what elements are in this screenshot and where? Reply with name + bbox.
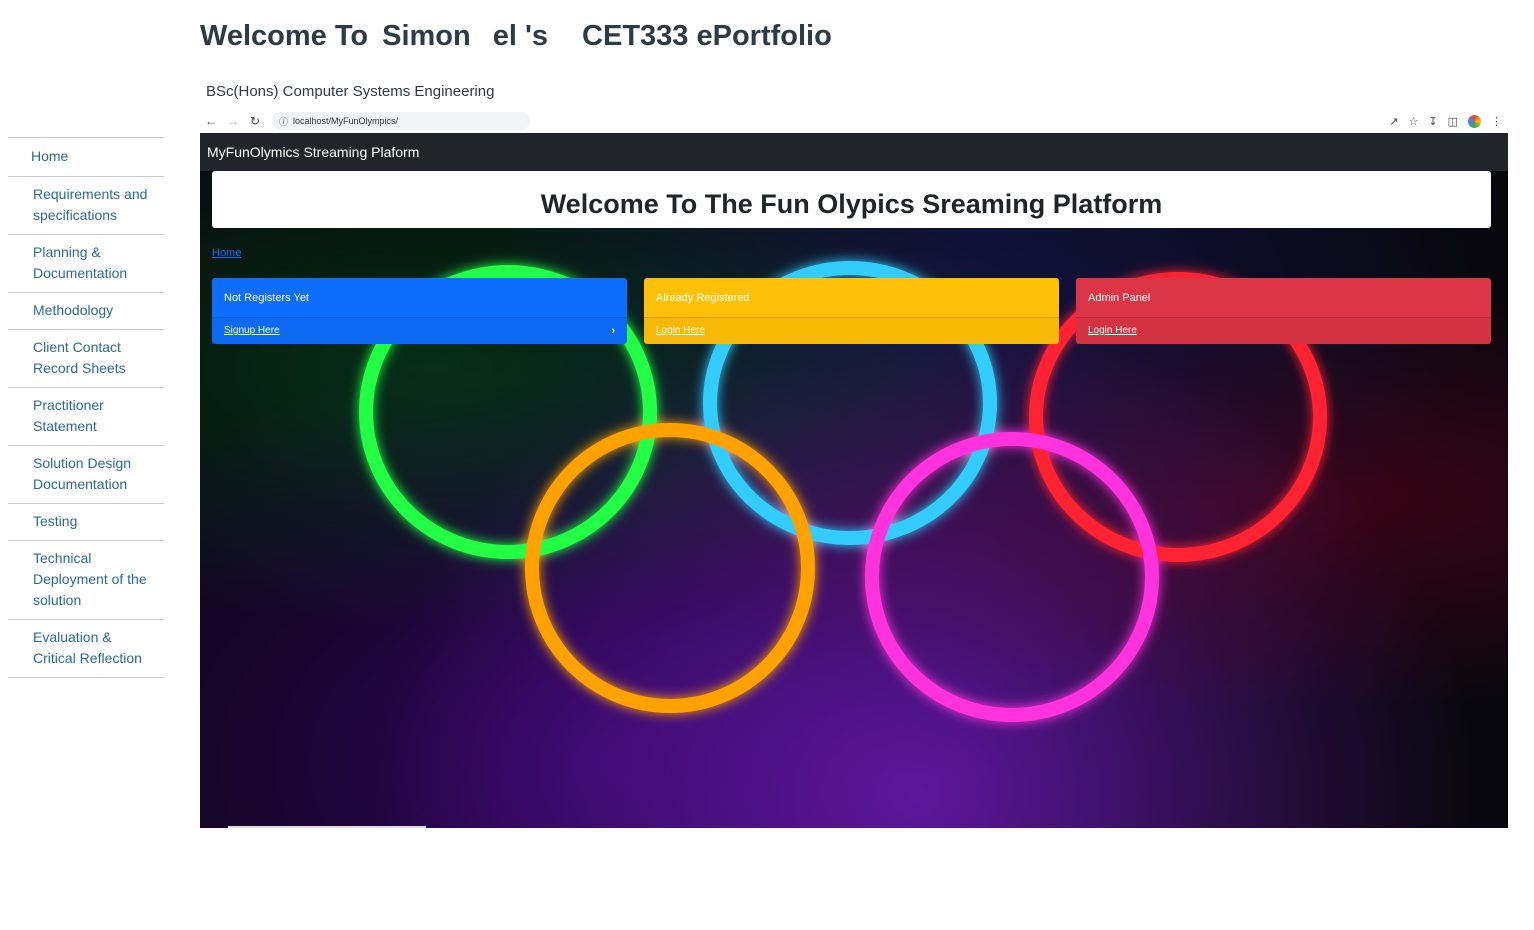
login-link[interactable]: Login Here: [656, 325, 705, 344]
signup-card: Not Registers Yet Signup Here ›: [212, 278, 627, 344]
sidebar-item-home[interactable]: Home: [8, 138, 164, 177]
share-icon[interactable]: ↗: [1389, 115, 1398, 128]
welcome-jumbotron: Welcome To The Fun Olypics Sreaming Plat…: [212, 171, 1491, 228]
card-title: Admin Panel: [1088, 292, 1151, 304]
sidebar-item-practitioner[interactable]: Practitioner Statement: [8, 388, 164, 446]
sidebar-item-methodology[interactable]: Methodology: [8, 293, 164, 330]
page-title-part: el 's: [492, 20, 549, 52]
olympic-rings-background: [200, 171, 1508, 828]
admin-login-link[interactable]: Login Here: [1088, 325, 1137, 344]
star-icon[interactable]: ☆: [1409, 115, 1419, 128]
sidebar-item-client-contact[interactable]: Client Contact Record Sheets: [8, 330, 164, 388]
embedded-screenshot: ← → ↻ ⓘ localhost/MyFunOlympics/ ↗ ☆ ↧ ◫…: [200, 109, 1508, 828]
card-footer: Login Here: [1076, 317, 1491, 344]
address-bar[interactable]: ⓘ localhost/MyFunOlympics/: [272, 112, 530, 130]
card-footer: Signup Here ›: [212, 317, 627, 344]
sidebar-item-testing[interactable]: Testing: [8, 504, 164, 541]
chevron-right-icon[interactable]: ›: [611, 325, 615, 344]
page-title: Welcome To Simon el 's CET333 ePortfolio: [200, 20, 832, 53]
app-navbar: MyFunOlymics Streaming Plaform: [200, 133, 1508, 171]
card-title: Already Registered: [656, 292, 750, 304]
admin-card: Admin Panel Login Here: [1076, 278, 1491, 344]
page-subtitle: BSc(Hons) Computer Systems Engineering: [206, 83, 495, 100]
back-arrow-icon[interactable]: ←: [200, 114, 222, 128]
sidebar-item-evaluation[interactable]: Evaluation & Critical Reflection: [8, 620, 164, 678]
info-icon[interactable]: ⓘ: [279, 115, 288, 128]
olympic-rings-image: [359, 261, 1327, 722]
kebab-menu-icon[interactable]: ⋮: [1491, 115, 1502, 128]
browser-actions: ↗ ☆ ↧ ◫ ⋮: [1389, 114, 1508, 128]
sidebar-item-planning[interactable]: Planning & Documentation: [8, 235, 164, 293]
forward-arrow-icon[interactable]: →: [222, 114, 244, 128]
breadcrumb-home[interactable]: Home: [212, 247, 241, 259]
reload-icon[interactable]: ↻: [244, 114, 266, 128]
sidebar-item-deployment[interactable]: Technical Deployment of the solution: [8, 541, 164, 620]
page-title-part: Welcome To: [200, 20, 369, 52]
sidebar-nav: Home Requirements and specifications Pla…: [8, 137, 164, 678]
sidebar-item-requirements[interactable]: Requirements and specifications: [8, 177, 164, 235]
orange-ring: [525, 423, 815, 713]
card-title: Not Registers Yet: [224, 292, 309, 304]
magenta-ring: [865, 432, 1159, 722]
sidebar-item-solution-design[interactable]: Solution Design Documentation: [8, 446, 164, 504]
download-icon[interactable]: ↧: [1428, 115, 1437, 128]
app-heading: Welcome To The Fun Olypics Sreaming Plat…: [540, 189, 1163, 219]
profile-icon[interactable]: [1468, 114, 1481, 128]
card-footer: Login Here: [644, 317, 1059, 344]
app-brand[interactable]: MyFunOlymics Streaming Plaform: [207, 144, 419, 160]
page-title-part: Simon: [382, 20, 471, 52]
login-card: Already Registered Login Here: [644, 278, 1059, 344]
browser-toolbar: ← → ↻ ⓘ localhost/MyFunOlympics/ ↗ ☆ ↧ ◫…: [200, 109, 1508, 133]
sidepanel-icon[interactable]: ◫: [1448, 115, 1458, 128]
signup-link[interactable]: Signup Here: [224, 325, 280, 344]
address-url: localhost/MyFunOlympics/: [293, 116, 399, 126]
page-title-part: CET333 ePortfolio: [582, 20, 832, 52]
scrollbar-hint: [228, 826, 426, 828]
